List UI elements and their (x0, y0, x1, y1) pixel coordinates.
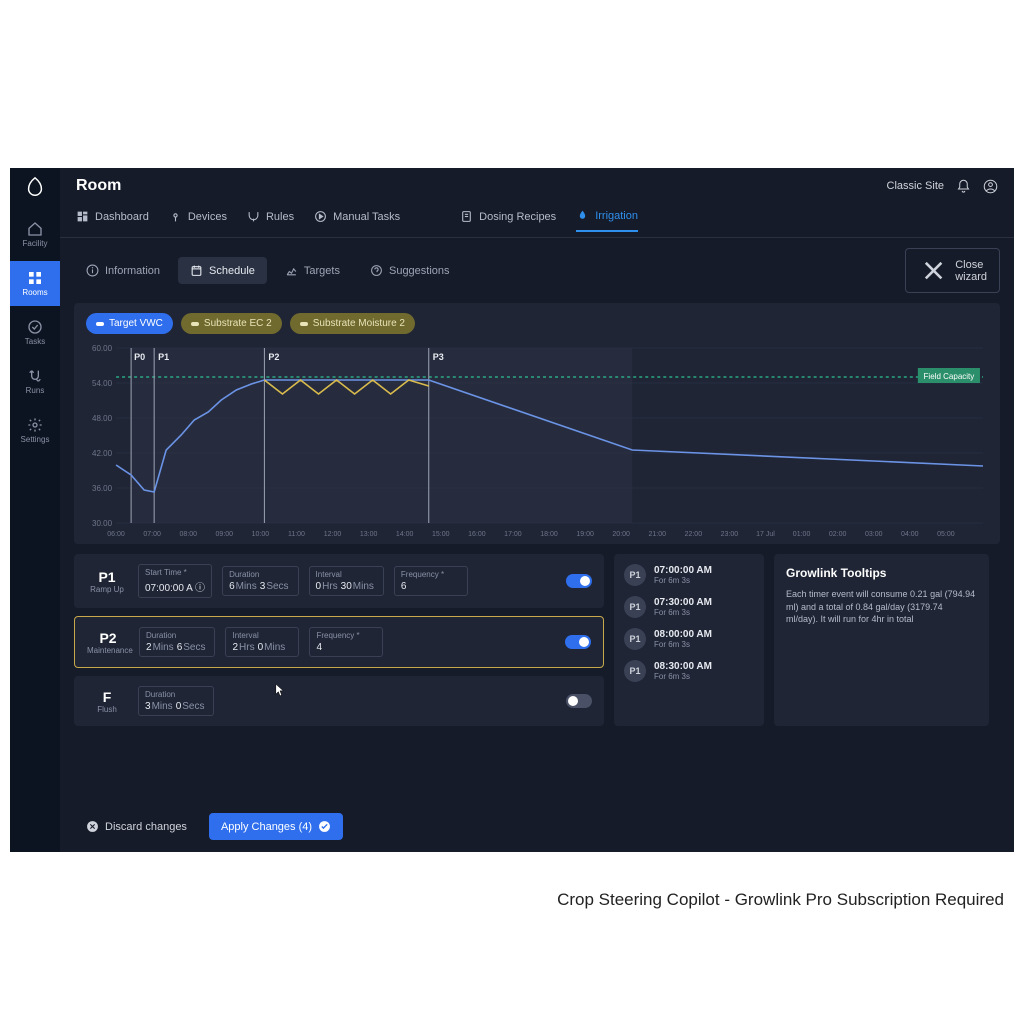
image-caption: Crop Steering Copilot - Growlink Pro Sub… (0, 890, 1004, 910)
schedule-item: P107:00:00 AMFor 6m 3s (624, 564, 754, 586)
tab-devices[interactable]: Devices (169, 210, 227, 231)
bottom-bar: Discard changes Apply Changes (4) (60, 809, 1014, 852)
page-title: Room (76, 177, 121, 195)
svg-text:21:00: 21:00 (648, 531, 666, 538)
top-right: Classic Site (887, 179, 998, 194)
rail-rooms[interactable]: Rooms (10, 261, 60, 306)
svg-text:60.00: 60.00 (92, 344, 113, 353)
p1-duration[interactable]: Duration6Mins3Secs (222, 566, 298, 596)
svg-text:20:00: 20:00 (612, 531, 630, 538)
phase-card-p2: P2Maintenance Duration2Mins6Secs Interva… (74, 616, 604, 668)
chart-card: Target VWC Substrate EC 2 Substrate Mois… (74, 303, 1000, 544)
subtab-suggestions[interactable]: Suggestions (358, 257, 462, 284)
tab-rules[interactable]: Rules (247, 210, 294, 231)
svg-text:06:00: 06:00 (107, 531, 125, 538)
p1-frequency[interactable]: Frequency *6 (394, 566, 468, 596)
svg-text:08:00: 08:00 (179, 531, 197, 538)
f-toggle[interactable] (566, 694, 592, 708)
main-area: Room Classic Site Dashboard Devices Rule… (60, 168, 1014, 852)
schedule-item: P108:00:00 AMFor 6m 3s (624, 628, 754, 650)
svg-text:18:00: 18:00 (540, 531, 558, 538)
logo-icon (24, 176, 46, 198)
top-bar: Room Classic Site (60, 168, 1014, 204)
bell-icon[interactable] (956, 179, 971, 194)
p1-toggle[interactable] (566, 574, 592, 588)
svg-text:16:00: 16:00 (468, 531, 486, 538)
discard-button[interactable]: Discard changes (74, 813, 199, 840)
left-rail: Facility Rooms Tasks Runs Settings (10, 168, 60, 852)
svg-text:14:00: 14:00 (396, 531, 414, 538)
svg-text:17:00: 17:00 (504, 531, 522, 538)
f-duration[interactable]: Duration3Mins0Secs (138, 686, 214, 716)
tab-dosing-recipes[interactable]: Dosing Recipes (460, 210, 556, 231)
svg-text:42.00: 42.00 (92, 449, 113, 458)
p2-toggle[interactable] (565, 635, 591, 649)
svg-text:36.00: 36.00 (92, 484, 113, 493)
p2-duration[interactable]: Duration2Mins6Secs (139, 627, 215, 657)
app-frame: Facility Rooms Tasks Runs Settings Room … (10, 168, 1014, 852)
schedule-item: P107:30:00 AMFor 6m 3s (624, 596, 754, 618)
p1-start-time[interactable]: Start Time *07:00:00 A ⓘ (138, 564, 212, 598)
svg-text:12:00: 12:00 (324, 531, 342, 538)
svg-text:02:00: 02:00 (829, 531, 847, 538)
tab-dashboard[interactable]: Dashboard (76, 210, 149, 231)
svg-text:P1: P1 (158, 352, 169, 362)
svg-text:Field Capacity: Field Capacity (924, 372, 975, 381)
svg-text:15:00: 15:00 (432, 531, 450, 538)
site-label[interactable]: Classic Site (887, 180, 944, 192)
phase-card-p1: P1Ramp Up Start Time *07:00:00 A ⓘ Durat… (74, 554, 604, 608)
svg-text:48.00: 48.00 (92, 414, 113, 423)
svg-text:07:00: 07:00 (143, 531, 161, 538)
p2-frequency[interactable]: Frequency *4 (309, 627, 383, 657)
tab-irrigation[interactable]: Irrigation (576, 209, 638, 232)
user-icon[interactable] (983, 179, 998, 194)
svg-text:01:00: 01:00 (793, 531, 811, 538)
close-wizard-button[interactable]: Close wizard (905, 248, 1000, 293)
svg-text:30.00: 30.00 (92, 519, 113, 528)
svg-text:P3: P3 (433, 352, 444, 362)
subtab-targets[interactable]: Targets (273, 257, 352, 284)
chart: 60.00 54.00 48.00 42.00 36.00 30.00 Field Ca… (86, 340, 988, 538)
subtabs: Information Schedule Targets Suggestions (74, 257, 462, 284)
schedule-list: P107:00:00 AMFor 6m 3s P107:30:00 AMFor … (614, 554, 764, 726)
chip-substrate-moisture[interactable]: Substrate Moisture 2 (290, 313, 415, 334)
svg-text:10:00: 10:00 (252, 531, 270, 538)
tab-strip: Dashboard Devices Rules Manual Tasks Dos… (60, 204, 1014, 238)
p1-interval[interactable]: Interval0Hrs30Mins (309, 566, 384, 596)
chip-target-vwc[interactable]: Target VWC (86, 313, 173, 334)
svg-text:19:00: 19:00 (576, 531, 594, 538)
rail-facility[interactable]: Facility (10, 212, 60, 257)
rail-tasks[interactable]: Tasks (10, 310, 60, 355)
tooltip-title: Growlink Tooltips (786, 566, 977, 580)
svg-text:54.00: 54.00 (92, 379, 113, 388)
p2-interval[interactable]: Interval2Hrs0Mins (225, 627, 299, 657)
svg-text:22:00: 22:00 (685, 531, 703, 538)
content: Information Schedule Targets Suggestions… (60, 238, 1014, 809)
schedule-item: P108:30:00 AMFor 6m 3s (624, 660, 754, 682)
tab-manual-tasks[interactable]: Manual Tasks (314, 210, 400, 231)
chip-substrate-ec[interactable]: Substrate EC 2 (181, 313, 282, 334)
apply-button[interactable]: Apply Changes (4) (209, 813, 343, 840)
svg-text:03:00: 03:00 (865, 531, 883, 538)
tooltip-panel: Growlink Tooltips Each timer event will … (774, 554, 989, 726)
svg-text:11:00: 11:00 (288, 531, 305, 538)
rail-settings[interactable]: Settings (10, 408, 60, 453)
rail-runs[interactable]: Runs (10, 359, 60, 404)
svg-text:23:00: 23:00 (721, 531, 739, 538)
tooltip-body: Each timer event will consume 0.21 gal (… (786, 588, 977, 626)
svg-text:13:00: 13:00 (360, 531, 378, 538)
svg-text:09:00: 09:00 (216, 531, 234, 538)
phase-card-flush: FFlush Duration3Mins0Secs (74, 676, 604, 726)
svg-text:17 Jul: 17 Jul (756, 531, 775, 538)
svg-text:04:00: 04:00 (901, 531, 919, 538)
svg-text:P2: P2 (268, 352, 279, 362)
subtab-information[interactable]: Information (74, 257, 172, 284)
svg-text:P0: P0 (134, 352, 145, 362)
subtab-schedule[interactable]: Schedule (178, 257, 267, 284)
svg-text:05:00: 05:00 (937, 531, 955, 538)
